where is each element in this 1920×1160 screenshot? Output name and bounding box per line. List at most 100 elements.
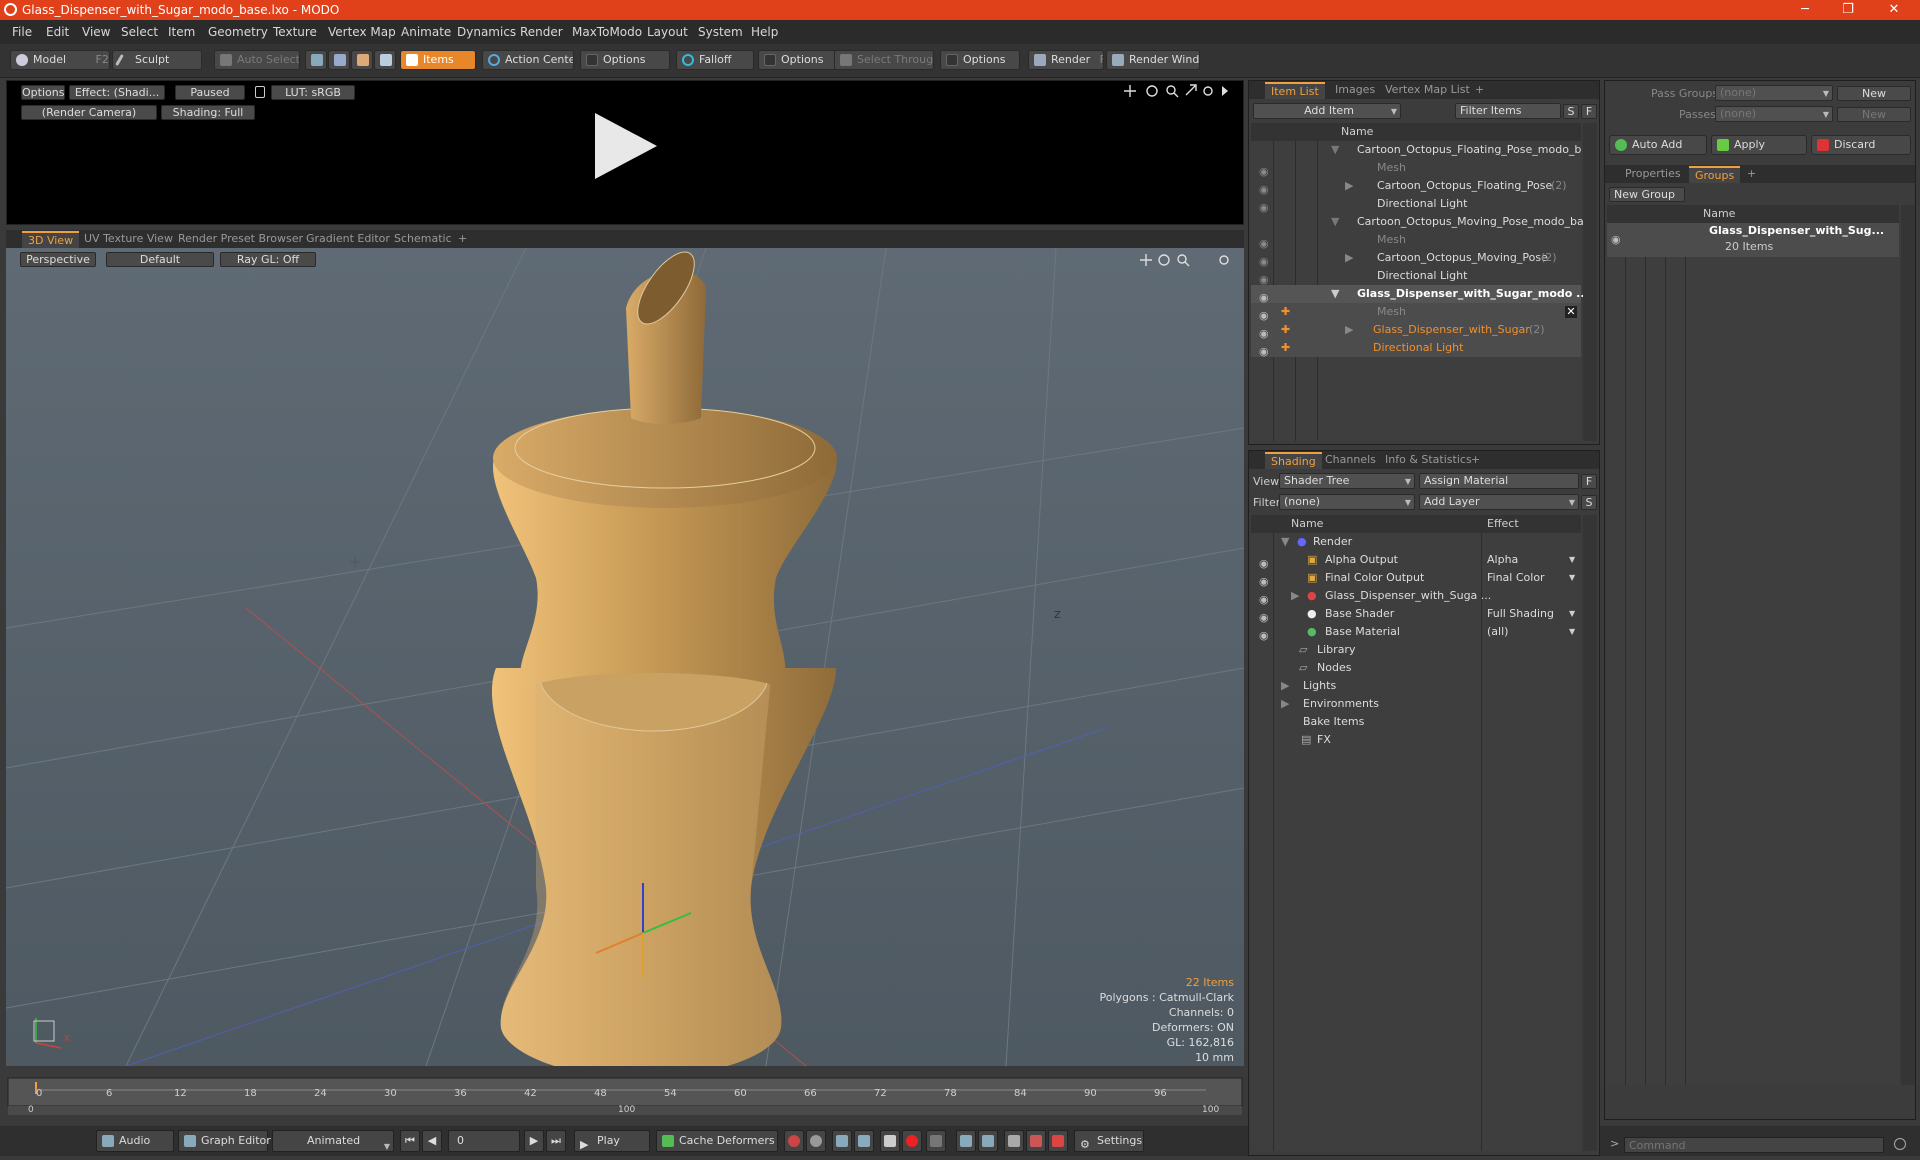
falloff-button[interactable]: Falloff: [676, 50, 754, 70]
visibility-eye-icon[interactable]: ◉: [1259, 609, 1269, 624]
action-center-options-button[interactable]: Options: [580, 50, 670, 70]
items-mode-button[interactable]: Items: [400, 50, 476, 70]
item-row[interactable]: ◉ ✚ Mesh ✕: [1251, 303, 1581, 322]
add-item-dropdown[interactable]: Add Item ▼: [1253, 103, 1401, 119]
key-button[interactable]: [784, 1130, 804, 1152]
lock-icon[interactable]: [255, 86, 265, 98]
item-row[interactable]: ▼ Cartoon_Octopus_Moving_Pose_modo_ba ...: [1251, 213, 1598, 231]
prev-keyframe-button[interactable]: [854, 1130, 874, 1152]
layer-s-button[interactable]: S: [1581, 495, 1597, 510]
expand-arrow-icon[interactable]: ▶: [1345, 177, 1353, 195]
item-row[interactable]: ▼ Cartoon_Octopus_Floating_Pose_modo_b ..…: [1251, 141, 1595, 159]
shader-row[interactable]: Bake Items: [1251, 713, 1581, 731]
lock-pin-icon[interactable]: ✚: [1281, 303, 1290, 321]
visibility-eye-icon[interactable]: ◉: [1259, 253, 1269, 268]
tab-render-preset-browser[interactable]: Render Preset Browser: [172, 231, 309, 248]
shader-row[interactable]: ◉ ▣ Final Color Output Final Color ▼: [1251, 569, 1581, 588]
sculpt-mode-button[interactable]: Sculpt: [112, 50, 202, 70]
item-row[interactable]: ◉ ▶ Cartoon_Octopus_Moving_Pose (2): [1251, 249, 1581, 268]
play-button[interactable]: ▶ Play: [574, 1130, 650, 1152]
filter-items-input[interactable]: Filter Items: [1455, 103, 1561, 119]
menu-edit[interactable]: Edit: [46, 25, 69, 39]
visibility-eye-icon[interactable]: ◉: [1259, 343, 1269, 358]
tab-properties[interactable]: Properties: [1619, 166, 1687, 183]
add-tab-button[interactable]: +: [452, 231, 473, 248]
go-to-start-button[interactable]: ⏮: [400, 1130, 420, 1152]
perspective-dropdown[interactable]: Perspective: [20, 252, 96, 267]
visibility-eye-icon[interactable]: ◉: [1259, 573, 1269, 588]
raygl-dropdown[interactable]: Ray GL: Off: [220, 252, 316, 267]
shader-row[interactable]: ▱ Library: [1251, 641, 1581, 659]
lock-pin-icon[interactable]: ✚: [1281, 339, 1290, 357]
expand-arrow-icon[interactable]: ▶: [1345, 249, 1353, 267]
close-button[interactable]: ✕: [1874, 1, 1914, 19]
add-tab-button[interactable]: +: [1469, 82, 1490, 99]
chevron-down-icon[interactable]: ▼: [1569, 605, 1575, 623]
menu-animate[interactable]: Animate: [401, 25, 451, 39]
menu-texture[interactable]: Texture: [273, 25, 317, 39]
menu-file[interactable]: File: [12, 25, 32, 39]
first-key-button[interactable]: [832, 1130, 852, 1152]
visibility-eye-icon[interactable]: ◉: [1259, 289, 1269, 304]
link-button[interactable]: [1004, 1130, 1024, 1152]
menu-help[interactable]: Help: [751, 25, 778, 39]
preview-options-button[interactable]: Options: [21, 85, 65, 100]
menu-maxtomodo[interactable]: MaxToModo: [572, 25, 642, 39]
last-key-button[interactable]: [978, 1130, 998, 1152]
visibility-eye-icon[interactable]: ◉: [1259, 235, 1269, 250]
record-button[interactable]: [902, 1130, 922, 1152]
item-row[interactable]: ◉ ✚ ▶ Glass_Dispenser_with_Sugar (2): [1251, 321, 1581, 340]
select-vertices-button[interactable]: [305, 50, 327, 70]
preview-effect-dropdown[interactable]: Effect: (Shadi...: [69, 85, 165, 100]
visibility-eye-icon[interactable]: ◉: [1259, 163, 1269, 178]
new-pass-group-button[interactable]: New: [1837, 86, 1911, 101]
menu-select[interactable]: Select: [121, 25, 158, 39]
minimize-button[interactable]: ─: [1785, 1, 1825, 19]
filter-dropdown[interactable]: (none) ▼: [1279, 494, 1415, 510]
menu-system[interactable]: System: [698, 25, 743, 39]
select-edges-button[interactable]: [328, 50, 350, 70]
menu-render[interactable]: Render: [520, 25, 563, 39]
menu-view[interactable]: View: [82, 25, 110, 39]
visibility-eye-icon[interactable]: ◉: [1259, 325, 1269, 340]
tab-schematic[interactable]: Schematic: [388, 231, 458, 248]
auto-key-button[interactable]: [806, 1130, 826, 1152]
visibility-eye-icon[interactable]: ◉: [1259, 627, 1269, 642]
auto-select-button[interactable]: Auto Select: [214, 50, 300, 70]
preview-shading-dropdown[interactable]: Shading: Full: [161, 105, 255, 120]
shader-row[interactable]: ▼ ● Render: [1251, 533, 1581, 551]
add-tab-button[interactable]: +: [1741, 166, 1762, 183]
expand-arrow-icon[interactable]: ▶: [1281, 695, 1289, 713]
animated-dropdown[interactable]: Animated ▼: [272, 1130, 394, 1152]
shader-row[interactable]: ▤ FX: [1251, 731, 1581, 749]
shader-row[interactable]: ◉ ▶ ● Glass_Dispenser_with_Suga ...: [1251, 587, 1581, 606]
apply-button[interactable]: Apply: [1711, 135, 1807, 155]
visibility-eye-icon[interactable]: ◉: [1259, 307, 1269, 322]
3d-viewport[interactable]: Z X Perspective Default Ray GL: Off 22 I…: [6, 248, 1244, 1066]
assign-material-input[interactable]: Assign Material: [1419, 473, 1579, 489]
item-row[interactable]: ◉ Directional Light: [1251, 267, 1581, 286]
add-layer-dropdown[interactable]: Add Layer ▼: [1419, 494, 1579, 510]
select-materials-button[interactable]: [374, 50, 396, 70]
shader-tree-scrollbar[interactable]: [1583, 515, 1597, 1151]
pass-groups-dropdown[interactable]: (none) ▼: [1715, 85, 1833, 101]
assign-f-button[interactable]: F: [1581, 474, 1597, 489]
filter-f-button[interactable]: F: [1581, 104, 1597, 119]
expand-arrow-icon[interactable]: ▶: [1281, 677, 1289, 695]
item-row[interactable]: ◉ ▶ Cartoon_Octopus_Floating_Pose (2): [1251, 177, 1581, 196]
item-row[interactable]: ◉ Directional Light: [1251, 195, 1581, 214]
cache-deformers-button[interactable]: Cache Deformers: [656, 1130, 778, 1152]
auto-add-button[interactable]: Auto Add: [1609, 135, 1707, 155]
falloff-options-button[interactable]: Options: [758, 50, 836, 70]
default-style-dropdown[interactable]: Default: [106, 252, 214, 267]
tab-uv-texture-view[interactable]: UV Texture View: [78, 231, 179, 248]
audio-button[interactable]: Audio: [96, 1130, 174, 1152]
select-through-button[interactable]: Select Through: [834, 50, 934, 70]
groups-scrollbar[interactable]: [1901, 205, 1915, 1085]
new-group-button[interactable]: New Group: [1609, 187, 1685, 202]
add-tab-button[interactable]: +: [1465, 452, 1486, 469]
close-icon[interactable]: ✕: [1565, 306, 1577, 318]
render-camera-dropdown[interactable]: (Render Camera): [21, 105, 157, 120]
chevron-down-icon[interactable]: ▼: [1569, 569, 1575, 587]
view-dropdown[interactable]: Shader Tree ▼: [1279, 473, 1415, 489]
